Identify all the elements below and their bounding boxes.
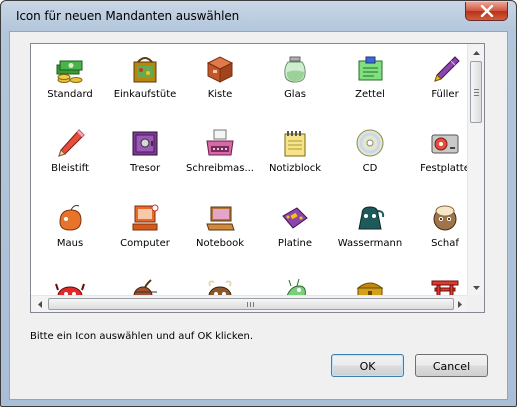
icon-list[interactable]: Standard Einkaufstüte Kiste Glas Zettel Fülle… xyxy=(30,43,485,313)
horizontal-scroll-thumb[interactable] xyxy=(48,298,454,310)
bull-icon xyxy=(204,276,236,296)
mouse-icon xyxy=(54,202,86,234)
icon-item[interactable]: Schreibmas... xyxy=(183,121,257,195)
vertical-scroll-thumb[interactable] xyxy=(470,61,482,123)
crab-icon xyxy=(54,276,86,296)
icon-item[interactable] xyxy=(108,270,182,296)
icon-item[interactable]: Notizblock xyxy=(258,121,332,195)
icon-item-label: Füller xyxy=(431,89,459,100)
scroll-down-arrow[interactable] xyxy=(468,279,484,296)
close-button[interactable] xyxy=(465,2,508,21)
scroll-right-arrow[interactable] xyxy=(451,296,468,312)
window-title: Icon für neuen Mandanten auswählen xyxy=(16,9,240,23)
dragon-icon xyxy=(279,276,311,296)
icon-item[interactable] xyxy=(408,270,468,296)
close-icon xyxy=(480,5,494,17)
icon-item[interactable]: Bleistift xyxy=(33,121,107,195)
icon-item-label: CD xyxy=(362,163,378,174)
icon-item-label: Wassermann xyxy=(337,238,403,249)
safe-icon xyxy=(129,127,161,159)
instruction-text: Bitte ein Icon auswählen und auf OK klic… xyxy=(30,331,254,342)
icon-item[interactable]: Computer xyxy=(108,196,182,270)
icon-item-label: Kiste xyxy=(207,89,233,100)
chevron-right-icon xyxy=(457,301,462,308)
icon-item-label: Standard xyxy=(47,89,93,100)
chevron-down-icon xyxy=(473,285,480,290)
icon-item-label: Zettel xyxy=(355,89,385,100)
icon-item-label: Computer xyxy=(120,238,170,249)
notebook-icon xyxy=(204,202,236,234)
icon-item[interactable] xyxy=(33,270,107,296)
box-icon xyxy=(204,53,236,85)
shopping-bag-icon xyxy=(129,53,161,85)
icon-item-label: Schreibmas... xyxy=(186,163,254,174)
icon-item[interactable]: Platine xyxy=(258,196,332,270)
circuit-board-icon xyxy=(279,202,311,234)
icon-item-label: Tresor xyxy=(129,163,161,174)
scroll-left-arrow[interactable] xyxy=(31,296,48,312)
money-stack-icon xyxy=(54,53,86,85)
icon-item[interactable]: Einkaufstüte xyxy=(108,47,182,121)
jar-icon xyxy=(279,53,311,85)
vertical-scrollbar[interactable] xyxy=(467,44,484,296)
treasure-chest-icon xyxy=(354,276,386,296)
icon-item[interactable]: Kiste xyxy=(183,47,257,121)
icon-item-label: Maus xyxy=(56,238,84,249)
icon-item[interactable]: Standard xyxy=(33,47,107,121)
icon-item[interactable] xyxy=(333,270,407,296)
icon-item-label: Schaf xyxy=(431,238,459,249)
icon-item[interactable]: CD xyxy=(333,121,407,195)
horizontal-scrollbar[interactable] xyxy=(31,295,468,312)
torii-gate-icon xyxy=(429,276,461,296)
icon-item[interactable]: Tresor xyxy=(108,121,182,195)
cancel-button[interactable]: Cancel xyxy=(415,354,488,377)
icon-item[interactable] xyxy=(183,270,257,296)
icon-item-label: Notebook xyxy=(195,238,245,249)
ok-button[interactable]: OK xyxy=(331,354,404,377)
icon-grid: Standard Einkaufstüte Kiste Glas Zettel Fülle… xyxy=(31,44,468,296)
archer-icon xyxy=(129,276,161,296)
cd-icon xyxy=(354,127,386,159)
chevron-left-icon xyxy=(37,301,42,308)
computer-icon xyxy=(129,202,161,234)
icon-item[interactable]: Wassermann xyxy=(333,196,407,270)
icon-item[interactable]: Notebook xyxy=(183,196,257,270)
icon-item-label: Glas xyxy=(284,89,306,100)
icon-item-label: Festplatte xyxy=(420,163,468,174)
hard-disk-icon xyxy=(429,127,461,159)
icon-item[interactable]: Glas xyxy=(258,47,332,121)
icon-item[interactable]: Schaf xyxy=(408,196,468,270)
pencil-icon xyxy=(54,127,86,159)
icon-item[interactable]: Festplatte xyxy=(408,121,468,195)
scroll-up-arrow[interactable] xyxy=(468,44,484,61)
fountain-pen-icon xyxy=(429,53,461,85)
notepad-icon xyxy=(279,127,311,159)
chevron-up-icon xyxy=(473,50,480,55)
scrollbar-corner xyxy=(467,295,484,312)
icon-item-label: Bleistift xyxy=(51,163,89,174)
icon-item-label: Notizblock xyxy=(268,163,322,174)
aquarius-icon xyxy=(354,202,386,234)
icon-item[interactable]: Maus xyxy=(33,196,107,270)
icon-item[interactable]: Zettel xyxy=(333,47,407,121)
note-icon xyxy=(354,53,386,85)
icon-item-label: Einkaufstüte xyxy=(113,89,177,100)
typewriter-icon xyxy=(204,127,236,159)
title-bar[interactable]: Icon für neuen Mandanten auswählen xyxy=(1,1,516,31)
icon-item[interactable] xyxy=(258,270,332,296)
icon-item[interactable]: Füller xyxy=(408,47,468,121)
icon-item-label: Platine xyxy=(277,238,313,249)
sheep-icon xyxy=(429,202,461,234)
